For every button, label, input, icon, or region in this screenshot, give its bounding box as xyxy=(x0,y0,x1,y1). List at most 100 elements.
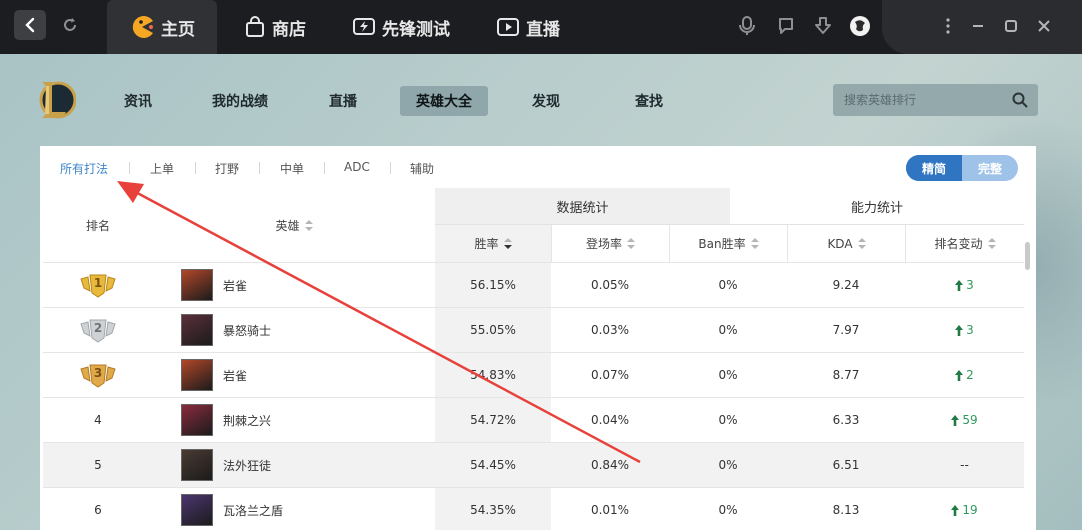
sort-icon xyxy=(857,238,866,249)
refresh-button[interactable] xyxy=(54,10,86,40)
rank-change-cell: 19 xyxy=(905,488,1024,530)
column-header-kda[interactable]: KDA xyxy=(787,224,905,262)
filter-jungle[interactable]: 打野 xyxy=(215,160,239,177)
kda-cell: 8.13 xyxy=(832,503,860,517)
toggle-simple[interactable]: 精简 xyxy=(906,155,962,181)
hero-name: 法外狂徒 xyxy=(223,458,272,473)
subnav-hero-encyclopedia[interactable]: 英雄大全 xyxy=(400,86,488,116)
hero-cell[interactable]: 法外狂徒 xyxy=(181,443,435,487)
column-header-winrate-label: 胜率 xyxy=(474,237,499,251)
filter-divider xyxy=(390,162,391,174)
table-row[interactable]: 6 瓦洛兰之盾 54.35% 0.01% 0% 8.13 19 xyxy=(43,487,1024,530)
hero-avatar xyxy=(181,404,213,436)
hero-cell[interactable]: 暴怒骑士 xyxy=(181,308,435,352)
filter-adc[interactable]: ADC xyxy=(344,160,370,174)
group-header-data-stats[interactable]: 数据统计 xyxy=(435,188,730,224)
subnav-my-record[interactable]: 我的战绩 xyxy=(196,86,284,116)
hero-cell[interactable]: 瓦洛兰之盾 xyxy=(181,488,435,530)
column-header-pickrate[interactable]: 登场率 xyxy=(551,224,669,262)
pacman-icon xyxy=(129,14,155,40)
arrow-up-icon xyxy=(955,369,964,381)
column-header-hero[interactable]: 英雄 xyxy=(153,188,435,262)
back-button[interactable] xyxy=(14,10,46,40)
rank-change-value: 2 xyxy=(966,368,974,382)
pickrate-cell: 0.01% xyxy=(590,503,630,517)
filter-divider xyxy=(324,162,325,174)
hero-name: 瓦洛兰之盾 xyxy=(223,503,284,518)
tab-store[interactable]: 商店 xyxy=(244,0,306,54)
download-icon xyxy=(815,17,831,34)
column-header-hero-label: 英雄 xyxy=(275,218,300,233)
rank-medal-icon: 1 xyxy=(43,263,153,307)
hero-cell[interactable]: 荆棘之兴 xyxy=(181,398,435,442)
table-row[interactable]: 1 岩雀 56.15% 0.05% 0% 9.24 3 xyxy=(43,262,1024,307)
more-menu-button[interactable] xyxy=(936,14,960,38)
subnav-news[interactable]: 资讯 xyxy=(108,86,168,116)
minimize-button[interactable] xyxy=(966,14,990,38)
rank-number: 2 xyxy=(93,321,103,335)
lightning-screen-icon xyxy=(352,16,376,38)
rank-number: 1 xyxy=(93,276,103,290)
tab-pioneer-test-label: 先锋测试 xyxy=(382,19,450,40)
kda-cell: 6.51 xyxy=(832,458,860,472)
table-scrollbar[interactable] xyxy=(1025,242,1030,270)
maximize-button[interactable] xyxy=(999,14,1023,38)
user-avatar[interactable] xyxy=(848,14,872,38)
tab-home-label: 主页 xyxy=(161,19,195,40)
download-button[interactable] xyxy=(811,14,835,38)
rank-number: 5 xyxy=(94,458,102,472)
tab-live[interactable]: 直播 xyxy=(496,0,560,54)
tab-pioneer-test[interactable]: 先锋测试 xyxy=(352,0,450,54)
view-mode-toggle: 精简 完整 xyxy=(906,155,1018,181)
tab-live-label: 直播 xyxy=(526,19,560,40)
arrow-up-icon xyxy=(951,414,960,426)
hero-search-input[interactable] xyxy=(833,84,1003,116)
tab-home[interactable]: 主页 xyxy=(107,0,217,54)
column-header-pickrate-label: 登场率 xyxy=(585,237,622,251)
role-filter-bar: 所有打法 上单 打野 中单 ADC 辅助 精简 完整 xyxy=(40,146,1036,188)
kda-cell: 8.77 xyxy=(832,368,860,382)
filter-mid[interactable]: 中单 xyxy=(280,160,304,177)
column-header-winrate[interactable]: 胜率 xyxy=(435,224,551,262)
toggle-full[interactable]: 完整 xyxy=(962,155,1018,181)
hero-avatar xyxy=(181,269,213,301)
column-header-kda-label: KDA xyxy=(827,236,853,251)
filter-all-roles[interactable]: 所有打法 xyxy=(60,160,108,177)
column-header-banrate[interactable]: Ban胜率 xyxy=(669,224,787,262)
sort-icon xyxy=(304,219,313,231)
group-header-ability-stats[interactable]: 能力统计 xyxy=(730,188,1024,224)
filter-support[interactable]: 辅助 xyxy=(410,160,434,177)
table-row[interactable]: 4 荆棘之兴 54.72% 0.04% 0% 6.33 59 xyxy=(43,397,1024,442)
hero-cell[interactable]: 岩雀 xyxy=(181,263,435,307)
sort-icon xyxy=(987,238,996,249)
league-logo-icon xyxy=(39,81,77,119)
kda-cell: 6.33 xyxy=(832,413,860,427)
table-row[interactable]: 5 法外狂徒 54.45% 0.84% 0% 6.51 -- xyxy=(43,442,1024,487)
table-row[interactable]: 3 岩雀 54.83% 0.07% 0% 8.77 2 xyxy=(43,352,1024,397)
tab-store-label: 商店 xyxy=(272,19,306,40)
title-bar: 主页 商店 先锋测试 直播 xyxy=(0,0,1082,54)
chat-button[interactable] xyxy=(774,14,798,38)
search-icon[interactable] xyxy=(1012,92,1028,112)
hero-cell[interactable]: 岩雀 xyxy=(181,353,435,397)
microphone-icon xyxy=(739,16,755,35)
filter-top[interactable]: 上单 xyxy=(150,160,174,177)
subnav-search[interactable]: 查找 xyxy=(619,86,679,116)
subnav-discover[interactable]: 发现 xyxy=(516,86,576,116)
winrate-cell: 54.72% xyxy=(435,398,551,442)
rank-change-cell: 3 xyxy=(905,308,1024,352)
league-logo[interactable] xyxy=(36,78,77,122)
subnav-live[interactable]: 直播 xyxy=(313,86,373,116)
close-button[interactable] xyxy=(1032,14,1056,38)
hero-name: 岩雀 xyxy=(223,368,248,383)
hero-search-box xyxy=(833,84,1038,116)
hero-avatar xyxy=(181,359,213,391)
sort-desc-icon xyxy=(503,238,512,249)
pickrate-cell: 0.05% xyxy=(590,278,630,292)
sort-icon xyxy=(627,238,635,249)
rank-number: 6 xyxy=(94,503,102,517)
column-header-rank-change[interactable]: 排名变动 xyxy=(905,224,1024,262)
voice-button[interactable] xyxy=(735,14,759,38)
column-header-rank-change-label: 排名变动 xyxy=(934,237,983,251)
table-row[interactable]: 2 暴怒骑士 55.05% 0.03% 0% 7.97 3 xyxy=(43,307,1024,352)
